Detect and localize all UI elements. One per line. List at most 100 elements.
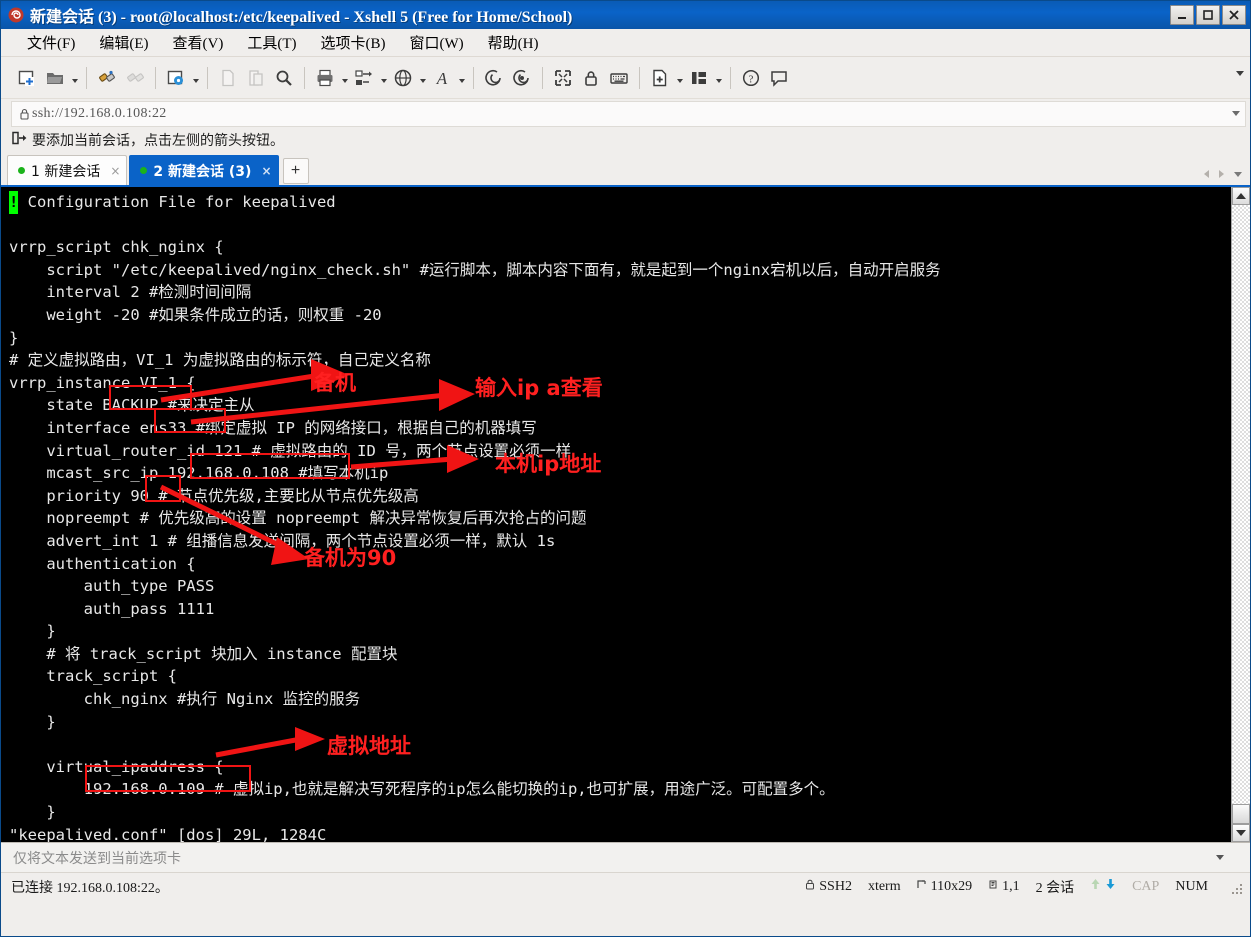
resize-grip[interactable]: [1228, 880, 1242, 894]
status-cursor: 1,1: [988, 879, 1020, 895]
terminal-screen[interactable]: ! Configuration File for keepalived vrrp…: [1, 187, 1231, 842]
new-tab-button[interactable]: +: [282, 158, 309, 184]
menu-help[interactable]: 帮助(H): [476, 30, 551, 56]
open-folder-icon[interactable]: [41, 64, 69, 92]
layout-icon[interactable]: [685, 64, 713, 92]
terminal-cursor: !: [9, 191, 19, 214]
menu-window[interactable]: 窗口(W): [397, 30, 475, 56]
menu-tabs[interactable]: 选项卡(B): [308, 30, 397, 56]
connect-icon[interactable]: [93, 64, 121, 92]
tab-session-1[interactable]: 1 新建会话 ×: [7, 155, 128, 185]
toolbar-separator: [542, 66, 543, 89]
resize-icon: [917, 879, 927, 895]
tab-strip: 1 新建会话 × 2 新建会话 (3) × +: [1, 153, 1250, 187]
menu-edit[interactable]: 编辑(E): [87, 30, 160, 56]
tab-label: 2 新建会话 (3): [153, 163, 252, 180]
menu-tools[interactable]: 工具(T): [235, 30, 308, 56]
terminal-area: ! Configuration File for keepalived vrrp…: [1, 187, 1250, 842]
status-cursor-label: 1,1: [1002, 878, 1020, 894]
terminal-scrollbar[interactable]: [1231, 187, 1250, 842]
disconnect-icon: [121, 64, 149, 92]
status-protocol-label: SSH2: [819, 878, 852, 894]
status-num: NUM: [1175, 878, 1208, 894]
session-properties-dropdown-icon[interactable]: [190, 64, 201, 92]
tab-close-icon[interactable]: ×: [261, 164, 271, 178]
lock-icon: [16, 108, 32, 120]
status-bar: 已连接 192.168.0.108:22。 SSH2 xterm 110x29 …: [1, 872, 1250, 900]
tab-status-dot-icon: [18, 167, 25, 174]
menu-view[interactable]: 查看(V): [161, 30, 236, 56]
status-right-group: SSH2 xterm 110x29 1,1 2 会话 CAP NUM: [805, 877, 1250, 897]
menu-bar: 文件(F) 编辑(E) 查看(V) 工具(T) 选项卡(B) 窗口(W) 帮助(…: [1, 29, 1250, 57]
browser-dropdown-icon[interactable]: [417, 64, 428, 92]
open-folder-dropdown-icon[interactable]: [69, 64, 80, 92]
toolbar-separator: [639, 66, 640, 89]
xshell-window: 新建会话 (3) - root@localhost:/etc/keepalive…: [0, 0, 1251, 937]
arrow-into-box-icon: [12, 131, 27, 150]
toolbar-overflow-icon[interactable]: [1236, 71, 1244, 76]
transfer-icon[interactable]: [350, 64, 378, 92]
lock-icon: [805, 879, 815, 895]
hint-text: 要添加当前会话，点击左侧的箭头按钮。: [32, 133, 284, 149]
new-tab-dropdown-icon[interactable]: [674, 64, 685, 92]
status-size-label: 110x29: [930, 878, 973, 894]
keyboard-icon[interactable]: [605, 64, 633, 92]
copy-icon: [214, 64, 242, 92]
address-dropdown-icon[interactable]: [1232, 111, 1240, 116]
tab-navigation: [1204, 170, 1242, 178]
paste-icon: [242, 64, 270, 92]
terminal-text: ! Configuration File for keepalived vrrp…: [9, 191, 941, 842]
status-sessions: 2 会话: [1035, 880, 1075, 896]
print-dropdown-icon[interactable]: [339, 64, 350, 92]
maximize-button[interactable]: [1196, 5, 1220, 25]
fullscreen-icon[interactable]: [549, 64, 577, 92]
record-icon[interactable]: [508, 64, 536, 92]
transfer-dropdown-icon[interactable]: [378, 64, 389, 92]
session-properties-icon[interactable]: [162, 64, 190, 92]
status-term-type: xterm: [867, 878, 901, 894]
send-to-tab-dropdown-icon[interactable]: [1216, 855, 1224, 860]
send-to-tab-label: 仅将文本发送到当前选项卡: [13, 850, 181, 867]
font-dropdown-icon[interactable]: [456, 64, 467, 92]
tab-session-2[interactable]: 2 新建会话 (3) ×: [129, 155, 279, 185]
lock-icon[interactable]: [577, 64, 605, 92]
menu-file[interactable]: 文件(F): [15, 30, 87, 56]
scroll-up-button[interactable]: [1232, 187, 1250, 205]
address-bar[interactable]: ssh://192.168.0.108:22: [11, 101, 1246, 127]
minimize-button[interactable]: [1170, 5, 1194, 25]
toolbar-separator: [155, 66, 156, 89]
window-title: 新建会话 (3) - root@localhost:/etc/keepalive…: [30, 9, 573, 26]
layout-dropdown-icon[interactable]: [713, 64, 724, 92]
new-tab-icon[interactable]: [646, 64, 674, 92]
tab-next-icon[interactable]: [1219, 170, 1224, 178]
status-cap: CAP: [1132, 878, 1160, 894]
new-session-icon[interactable]: [13, 64, 41, 92]
status-size: 110x29: [917, 879, 972, 895]
find-icon[interactable]: [270, 64, 298, 92]
toolbar-separator: [473, 66, 474, 89]
browser-icon[interactable]: [389, 64, 417, 92]
tab-prev-icon[interactable]: [1204, 170, 1209, 178]
xshell-icon: [7, 6, 25, 24]
scroll-down-button[interactable]: [1232, 824, 1250, 842]
toolbar: A ?: [1, 57, 1250, 99]
scroll-track[interactable]: [1232, 205, 1250, 804]
tab-list-icon[interactable]: [1234, 171, 1242, 177]
hint-bar: 要添加当前会话，点击左侧的箭头按钮。: [1, 127, 1250, 153]
title-bar: 新建会话 (3) - root@localhost:/etc/keepalive…: [1, 1, 1250, 29]
toolbar-separator: [304, 66, 305, 89]
send-to-tab-bar[interactable]: 仅将文本发送到当前选项卡: [1, 842, 1250, 872]
font-icon[interactable]: A: [428, 64, 456, 92]
address-input[interactable]: ssh://192.168.0.108:22: [32, 106, 167, 122]
cursor-icon: [988, 879, 998, 895]
close-button[interactable]: [1222, 5, 1246, 25]
log-icon[interactable]: [480, 64, 508, 92]
upload-arrow-icon: [1090, 878, 1101, 895]
help-icon[interactable]: ?: [737, 64, 765, 92]
tab-close-icon[interactable]: ×: [110, 164, 120, 178]
comment-icon[interactable]: [765, 64, 793, 92]
scroll-thumb[interactable]: [1232, 804, 1250, 824]
print-icon[interactable]: [311, 64, 339, 92]
connection-status: 已连接 192.168.0.108:22。: [11, 880, 169, 896]
status-transfer: [1090, 878, 1116, 895]
